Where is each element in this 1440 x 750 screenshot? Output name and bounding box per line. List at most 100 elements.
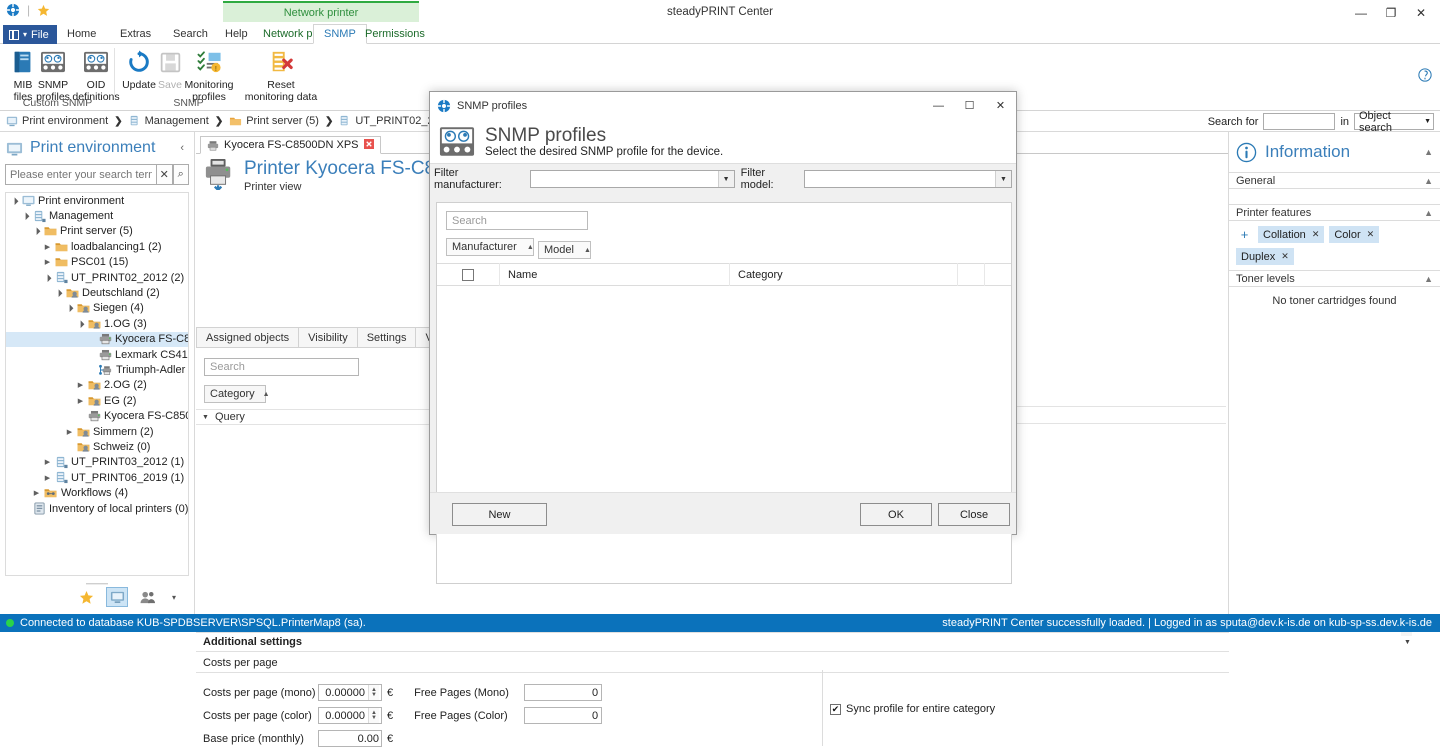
tree-node[interactable]: Lexmark CS41( bbox=[6, 347, 188, 362]
tree-node[interactable]: ▶ UT_PRINT06_2019 (1) bbox=[6, 470, 188, 485]
cost-value-input[interactable]: 0.00000 ▲ ▼ bbox=[318, 684, 382, 701]
tree-node[interactable]: ◢ Siegen (4) bbox=[6, 301, 188, 316]
tree-expander-collapsed-icon[interactable]: ▶ bbox=[65, 428, 74, 436]
minimize-button[interactable]: — bbox=[1346, 0, 1376, 25]
tree-expander-collapsed-icon[interactable]: ▶ bbox=[43, 258, 52, 266]
cost-value-input[interactable]: 0.00000 ▲ ▼ bbox=[318, 707, 382, 724]
remove-feature-icon[interactable]: ✕ bbox=[1281, 251, 1289, 262]
tab-file[interactable]: ▾ File bbox=[3, 25, 57, 44]
tree-node[interactable]: ◢ Print server (5) bbox=[6, 224, 188, 239]
filter-model-select[interactable]: ▼ bbox=[803, 170, 1013, 188]
tab-home[interactable]: Home bbox=[57, 25, 106, 44]
breadcrumb-item-print-server[interactable]: Print server (5) bbox=[229, 115, 319, 127]
tree-node[interactable]: ▶ PSC01 (15) bbox=[6, 255, 188, 270]
tree-node[interactable]: ▶ 2.OG (2) bbox=[6, 378, 188, 393]
tree-node[interactable]: ▶ UT_PRINT03_2012 (1) bbox=[6, 455, 188, 470]
tree-expander-collapsed-icon[interactable]: ▶ bbox=[32, 489, 41, 497]
category-sort-chip[interactable]: Category ▲ bbox=[204, 385, 270, 403]
ribbon-button-monitoring-profiles[interactable]: ! Monitoring profiles bbox=[178, 47, 240, 103]
spinner-arrows-icon[interactable]: ▲ ▼ bbox=[368, 708, 379, 723]
tree-expander-expanded-icon[interactable]: ◢ bbox=[74, 318, 86, 330]
tree-node[interactable]: ▶ Simmern (2) bbox=[6, 424, 188, 439]
spinner-arrows-icon[interactable]: ▲ ▼ bbox=[368, 685, 379, 700]
view-tab[interactable]: Visibility bbox=[299, 327, 358, 348]
tree-search-input[interactable] bbox=[5, 164, 156, 185]
tree-node[interactable]: Schweiz (0) bbox=[6, 439, 188, 454]
tab-extras[interactable]: Extras bbox=[110, 25, 161, 44]
dialog-minimize-button[interactable]: — bbox=[923, 92, 954, 119]
tree-node[interactable]: ◢ Management bbox=[6, 208, 188, 223]
filter-manufacturer-select[interactable]: ▼ bbox=[530, 170, 735, 188]
tree-expander-expanded-icon[interactable]: ◢ bbox=[63, 302, 75, 314]
tree-search-button[interactable]: ⌕ bbox=[172, 164, 189, 185]
sort-chip-model[interactable]: Model ▲ bbox=[538, 241, 591, 259]
scroll-down-icon[interactable]: ▼ bbox=[1401, 636, 1414, 649]
dialog-close-button[interactable]: ✕ bbox=[985, 92, 1016, 119]
tree-expander-expanded-icon[interactable]: ◢ bbox=[19, 210, 31, 222]
sort-chip-manufacturer[interactable]: Manufacturer ▲ bbox=[446, 238, 534, 256]
sync-profile-checkbox[interactable]: ✔ bbox=[830, 703, 841, 715]
cost-value-input[interactable]: 0.00 bbox=[318, 730, 382, 747]
dialog-close-footer-button[interactable]: Close bbox=[938, 503, 1010, 526]
overflow-chevron-icon[interactable]: ▾ bbox=[168, 587, 180, 607]
assigned-objects-search-input[interactable]: Search bbox=[204, 358, 359, 376]
tree-node[interactable]: ◢ Deutschland (2) bbox=[6, 285, 188, 300]
tree-expander-expanded-icon[interactable]: ◢ bbox=[52, 287, 64, 299]
tree-expander-collapsed-icon[interactable]: ▶ bbox=[43, 474, 52, 482]
tree-node[interactable]: ▶ EG (2) bbox=[6, 393, 188, 408]
section-general-collapse-icon[interactable]: ▲ bbox=[1424, 176, 1433, 186]
breadcrumb-item-management[interactable]: Management bbox=[129, 115, 209, 127]
remove-feature-icon[interactable]: ✕ bbox=[1367, 229, 1375, 240]
information-panel-collapse-icon[interactable]: ▲ bbox=[1424, 147, 1433, 157]
ok-button[interactable]: OK bbox=[860, 503, 932, 526]
column-header-category[interactable]: Category bbox=[730, 263, 958, 286]
tree-node[interactable]: ◢ UT_PRINT02_2012 (2) bbox=[6, 270, 188, 285]
additional-settings-header[interactable]: Additional settings bbox=[196, 632, 1229, 652]
section-toner-levels-collapse-icon[interactable]: ▲ bbox=[1424, 274, 1433, 284]
tab-help[interactable]: Help bbox=[215, 25, 258, 44]
favorites-star-icon[interactable] bbox=[75, 587, 97, 607]
tree-node[interactable]: Inventory of local printers (0) bbox=[6, 501, 188, 516]
tree-expander-collapsed-icon[interactable]: ▶ bbox=[43, 243, 52, 251]
dialog-maximize-button[interactable]: ☐ bbox=[954, 92, 985, 119]
users-icon[interactable] bbox=[137, 587, 159, 607]
breadcrumb-item-print-environment[interactable]: Print environment bbox=[6, 115, 108, 127]
new-profile-button[interactable]: New bbox=[452, 503, 547, 526]
tree-expander-collapsed-icon[interactable]: ▶ bbox=[76, 397, 85, 405]
column-header-name[interactable]: Name bbox=[500, 263, 730, 286]
tab-permissions[interactable]: Permissions bbox=[355, 25, 435, 44]
tree-expander-collapsed-icon[interactable]: ▶ bbox=[76, 381, 85, 389]
left-panel-collapse-button[interactable]: ‹ bbox=[176, 142, 188, 154]
restore-button[interactable]: ❐ bbox=[1376, 0, 1406, 25]
global-search-input[interactable] bbox=[1263, 113, 1336, 130]
tree-expander-collapsed-icon[interactable]: ▶ bbox=[43, 458, 52, 466]
print-environment-tree[interactable]: ◢ Print environment ◢ Management ◢ Print serv… bbox=[5, 192, 189, 576]
tree-expander-expanded-icon[interactable]: ◢ bbox=[8, 195, 20, 207]
printer-feature-chip[interactable]: Collation ✕ bbox=[1258, 226, 1325, 243]
section-header-toner-levels[interactable]: Toner levels ▲ bbox=[1229, 270, 1440, 287]
add-printer-feature-button[interactable]: + bbox=[1236, 226, 1253, 243]
tree-expander-expanded-icon[interactable]: ◢ bbox=[30, 225, 42, 237]
ribbon-help-icon[interactable] bbox=[1418, 68, 1432, 82]
tree-node[interactable]: ▶ Workflows (4) bbox=[6, 485, 188, 500]
select-all-checkbox[interactable] bbox=[462, 268, 474, 281]
costs-per-page-header[interactable]: Costs per page bbox=[196, 653, 1229, 673]
document-tab-kyocera[interactable]: Kyocera FS-C8500DN XPS bbox=[200, 136, 381, 154]
view-tab[interactable]: Settings bbox=[357, 327, 417, 348]
close-button[interactable]: ✕ bbox=[1406, 0, 1436, 25]
tree-node[interactable]: Kyocera FS-C8500 bbox=[6, 408, 188, 423]
tree-node[interactable]: ▶ loadbalancing1 (2) bbox=[6, 239, 188, 254]
tree-expander-expanded-icon[interactable]: ◢ bbox=[41, 272, 53, 284]
section-header-general[interactable]: General ▲ bbox=[1229, 172, 1440, 189]
free-pages-input[interactable]: 0 bbox=[524, 707, 603, 724]
global-search-scope-select[interactable]: Object search ▼ bbox=[1354, 110, 1434, 134]
printer-feature-chip[interactable]: Duplex ✕ bbox=[1236, 248, 1294, 265]
tree-node[interactable]: Triumph-Adler bbox=[6, 362, 188, 377]
tree-search-clear-button[interactable]: ✕ bbox=[156, 164, 173, 185]
ribbon-button-reset-monitoring-data[interactable]: Reset monitoring data bbox=[242, 47, 320, 103]
view-tab[interactable]: Assigned objects bbox=[196, 327, 300, 348]
tree-node[interactable]: ◢ Print environment bbox=[6, 193, 188, 208]
remove-feature-icon[interactable]: ✕ bbox=[1312, 229, 1320, 240]
tree-node[interactable]: ◢ 1.OG (3) bbox=[6, 316, 188, 331]
printer-feature-chip[interactable]: Color ✕ bbox=[1329, 226, 1380, 243]
